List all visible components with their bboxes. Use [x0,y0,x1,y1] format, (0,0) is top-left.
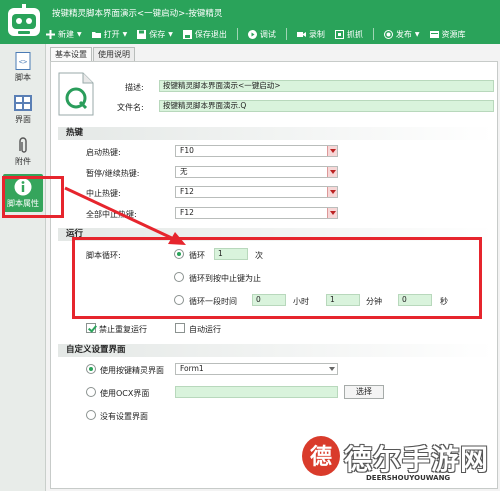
tab-usage-notes[interactable]: 使用说明 [93,47,135,61]
site-watermark: 德 德尔手游网 DEERSHOUYOUWANG [300,432,498,488]
select-button[interactable]: 选择 [344,385,384,399]
chevron-down-icon[interactable] [327,208,337,218]
run-settings-highlight-box [72,237,482,319]
chevron-down-icon[interactable] [327,187,337,197]
pause-hotkey-label: 暂停/继续热键: [86,169,140,178]
start-hotkey-select[interactable]: F10 [175,145,338,157]
ocx-ui-radio[interactable] [86,387,96,397]
no-repeat-checkbox[interactable] [86,323,96,333]
description-label: 描述: [125,83,144,92]
window-title: 按键精灵脚本界面演示<一键启动>-按键精灵 [52,9,223,19]
filename-field[interactable]: 按键精灵脚本界面演示.Q [159,100,494,112]
stop-all-hotkey-label: 全部中止热键: [86,210,137,219]
auto-run-label: 自动运行 [189,325,221,334]
open-label: 打开 [103,29,120,39]
new-button[interactable]: 新建 ▼ [46,29,82,40]
sidebar-item-ui[interactable]: 界面 [3,90,43,128]
robot-logo-icon [8,4,40,36]
title-bar: 按键精灵脚本界面演示<一键启动>-按键精灵 新建 ▼ 打开 ▼ 保存 ▼ 保存退… [0,0,500,44]
publish-label: 发布 [395,29,412,39]
toolbar: 新建 ▼ 打开 ▼ 保存 ▼ 保存退出 调试 录制 抓抓 发布 ▼ 资源库 [46,26,476,42]
save-exit-icon [182,29,192,39]
plus-icon [46,29,55,39]
script-file-icon: <> [15,52,31,70]
save-exit-button[interactable]: 保存退出 [182,29,227,40]
record-label: 录制 [308,29,325,39]
stop-all-hotkey-select[interactable]: F12 [175,207,338,219]
open-button[interactable]: 打开 ▼ [91,29,128,40]
ocx-path-field[interactable] [175,386,338,398]
save-label: 保存 [149,29,166,39]
layout-grid-icon [14,95,32,111]
filename-label: 文件名: [117,103,144,112]
stop-hotkey-select[interactable]: F12 [175,186,338,198]
resources-icon [429,30,439,38]
form-select-value: Form1 [180,364,204,373]
sidebar-item-label: 脚本 [15,73,31,82]
q-file-icon [58,72,94,116]
stop-hotkey-label: 中止热键: [86,189,121,198]
sidebar-item-script[interactable]: <> 脚本 [3,48,43,86]
no-ui-label: 没有设置界面 [100,412,148,421]
camera-icon [296,31,306,37]
stop-hotkey-value: F12 [180,187,194,196]
publish-button[interactable]: 发布 ▼ [383,29,420,40]
chevron-down-icon: ▼ [77,30,82,38]
builtin-ui-radio[interactable] [86,364,96,374]
sidebar: <> 脚本 界面 附件 脚本属性 [0,44,46,491]
save-icon [137,29,147,39]
watermark-chinese-text: 德尔手游网 [344,443,490,476]
builtin-ui-label: 使用按键精灵界面 [100,366,164,375]
watermark-logo-icon: 德 [302,436,340,476]
resources-label: 资源库 [441,29,466,39]
play-icon [247,29,257,39]
start-hotkey-value: F10 [180,146,194,155]
resources-button[interactable]: 资源库 [429,29,466,40]
tab-basic-settings[interactable]: 基本设置 [50,47,92,61]
save-exit-label: 保存退出 [194,29,227,39]
svg-text:德: 德 [310,444,332,470]
svg-text:<>: <> [19,58,27,66]
start-hotkey-label: 启动热键: [86,148,121,157]
toolbar-separator [372,28,374,40]
chevron-down-icon: ▼ [122,30,128,38]
debug-label: 调试 [259,29,276,39]
record-button[interactable]: 录制 [296,29,325,40]
capture-button[interactable]: 抓抓 [334,29,363,40]
chevron-down-icon: ▼ [414,30,420,38]
pause-hotkey-select[interactable]: 无 [175,166,338,178]
capture-icon [334,29,344,39]
auto-run-checkbox[interactable] [175,323,185,333]
no-ui-radio[interactable] [86,410,96,420]
no-repeat-label: 禁止重复运行 [99,325,147,334]
publish-icon [383,29,393,39]
sidebar-highlight-box [2,176,64,218]
chevron-down-icon: ▼ [168,30,173,38]
form-select[interactable]: Form1 [175,363,338,375]
folder-icon [91,31,101,38]
description-field[interactable]: 按键精灵脚本界面演示<一键启动> [159,80,494,92]
paperclip-icon [19,137,27,153]
pause-hotkey-value: 无 [180,167,188,176]
sidebar-item-attachment[interactable]: 附件 [3,132,43,170]
hotkeys-section-heading: 热键 [58,127,494,140]
tab-strip: 基本设置 使用说明 [50,47,136,61]
ocx-ui-label: 使用OCX界面 [100,389,150,398]
chevron-down-icon[interactable] [327,167,337,177]
capture-label: 抓抓 [346,29,363,39]
chevron-down-icon[interactable] [327,146,337,156]
stop-all-hotkey-value: F12 [180,208,194,217]
save-button[interactable]: 保存 ▼ [137,29,173,40]
toolbar-separator [285,28,287,40]
new-label: 新建 [58,29,74,39]
debug-button[interactable]: 调试 [247,29,276,40]
watermark-english-text: DEERSHOUYOUWANG [366,474,451,482]
custom-ui-section-heading: 自定义设置界面 [58,344,494,357]
chevron-down-icon[interactable] [327,364,337,374]
toolbar-separator [236,28,238,40]
sidebar-item-label: 附件 [15,157,31,166]
sidebar-item-label: 界面 [15,115,31,124]
